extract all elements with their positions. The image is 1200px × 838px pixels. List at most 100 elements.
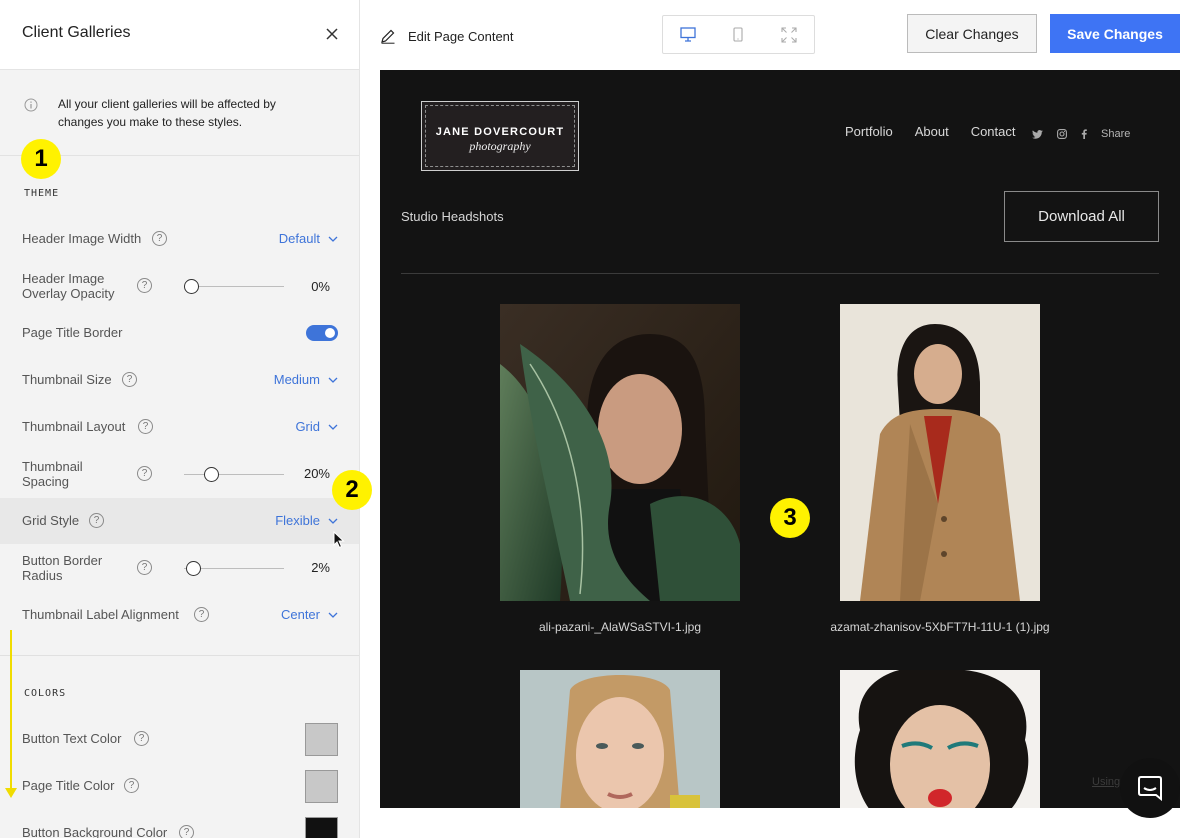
edit-page-content-link[interactable]: Edit Page Content bbox=[380, 28, 514, 44]
instagram-icon[interactable] bbox=[1057, 129, 1067, 139]
help-icon[interactable]: ? bbox=[134, 731, 149, 746]
nav-contact[interactable]: Contact bbox=[971, 124, 1016, 139]
header-image-width-row: Header Image Width ? Default bbox=[0, 226, 359, 252]
thumbnail-spacing-label: Thumbnail Spacing bbox=[22, 459, 83, 489]
share-link[interactable]: Share bbox=[1101, 128, 1130, 140]
page-title-color-row: Page Title Color ? bbox=[0, 769, 359, 803]
sidebar-title: Client Galleries bbox=[22, 24, 131, 41]
mobile-view-button[interactable] bbox=[713, 16, 763, 53]
download-all-button[interactable]: Download All bbox=[1004, 191, 1159, 242]
thumbnail-size-dropdown[interactable]: Medium bbox=[274, 372, 338, 387]
page-title-border-row: Page Title Border bbox=[0, 320, 359, 346]
photo-woman-in-coat bbox=[840, 304, 1040, 601]
facebook-icon[interactable] bbox=[1081, 129, 1087, 139]
gallery-title: Studio Headshots bbox=[401, 209, 504, 224]
fullscreen-view-button[interactable] bbox=[764, 16, 814, 53]
callout-marker-1: 1 bbox=[21, 139, 61, 179]
help-icon[interactable]: ? bbox=[179, 825, 194, 838]
thumbnail-label-alignment-value: Center bbox=[280, 607, 320, 622]
logo-subtitle: photography bbox=[469, 139, 531, 153]
styles-sidebar: Client Galleries All your client galleri… bbox=[0, 0, 360, 838]
help-icon[interactable]: ? bbox=[137, 278, 152, 293]
button-text-color-label: Button Text Color bbox=[22, 731, 122, 746]
gallery-image-1[interactable] bbox=[500, 304, 740, 601]
edit-page-content-label: Edit Page Content bbox=[408, 28, 514, 44]
gallery-image-3[interactable] bbox=[520, 670, 720, 808]
desktop-view-button[interactable] bbox=[663, 16, 713, 53]
thumbnail-spacing-slider-track[interactable] bbox=[184, 474, 284, 475]
button-text-color-swatch[interactable] bbox=[305, 723, 338, 756]
using-link[interactable]: Using bbox=[1092, 776, 1120, 788]
help-icon[interactable]: ? bbox=[152, 231, 167, 246]
header-overlay-value: 0% bbox=[311, 279, 330, 294]
button-background-color-swatch[interactable] bbox=[305, 817, 338, 838]
button-border-radius-slider-knob[interactable] bbox=[186, 561, 201, 576]
callout-marker-2: 2 bbox=[332, 470, 372, 510]
thumbnail-size-label: Thumbnail Size bbox=[22, 372, 112, 387]
gallery-image-2[interactable] bbox=[840, 304, 1040, 601]
thumbnail-spacing-value: 20% bbox=[303, 466, 330, 481]
grid-style-label: Grid Style bbox=[22, 513, 80, 528]
thumbnail-label-alignment-dropdown[interactable]: Center bbox=[281, 607, 338, 622]
header-overlay-label: Header Image Overlay Opacity bbox=[22, 271, 115, 301]
page-title-color-swatch[interactable] bbox=[305, 770, 338, 803]
section-divider bbox=[0, 655, 359, 656]
logo-frame: JANE DOVERCOURT photography bbox=[425, 105, 575, 167]
clear-changes-button[interactable]: Clear Changes bbox=[907, 14, 1037, 53]
help-icon[interactable]: ? bbox=[194, 607, 209, 622]
help-icon[interactable]: ? bbox=[137, 466, 152, 481]
header-overlay-slider-knob[interactable] bbox=[184, 279, 199, 294]
mouse-cursor-icon bbox=[333, 531, 345, 549]
nav-portfolio[interactable]: Portfolio bbox=[845, 124, 893, 139]
header-overlay-slider-track[interactable] bbox=[184, 286, 284, 287]
twitter-icon[interactable] bbox=[1032, 129, 1043, 139]
chevron-down-icon bbox=[328, 377, 338, 383]
chat-icon bbox=[1138, 776, 1162, 801]
site-logo[interactable]: JANE DOVERCOURT photography bbox=[421, 101, 579, 171]
close-icon[interactable] bbox=[324, 26, 340, 42]
button-background-color-label: Button Background Color bbox=[22, 825, 168, 838]
social-links: Share bbox=[1032, 128, 1130, 140]
grid-style-dropdown[interactable]: Flexible bbox=[275, 513, 338, 528]
help-icon[interactable]: ? bbox=[122, 372, 137, 387]
button-background-color-row: Button Background Color ? bbox=[0, 816, 359, 838]
photo-curly-hair-woman bbox=[840, 670, 1040, 808]
chevron-down-icon bbox=[328, 236, 338, 242]
header-image-width-dropdown[interactable]: Default bbox=[279, 231, 338, 246]
thumbnail-spacing-slider-knob[interactable] bbox=[204, 467, 219, 482]
thumbnail-layout-label: Thumbnail Layout bbox=[22, 419, 126, 434]
grid-style-value: Flexible bbox=[275, 513, 320, 528]
photo-blond-woman bbox=[520, 670, 720, 808]
button-border-radius-label: Button Border Radius bbox=[22, 553, 103, 583]
colors-section-label: COLORS bbox=[24, 688, 67, 699]
callout-marker-3: 3 bbox=[770, 498, 810, 538]
help-icon[interactable]: ? bbox=[138, 419, 153, 434]
header-image-width-label: Header Image Width bbox=[22, 231, 142, 246]
thumbnail-layout-dropdown[interactable]: Grid bbox=[295, 419, 338, 434]
help-icon[interactable]: ? bbox=[124, 778, 139, 793]
header-overlay-row: Header Image Overlay Opacity ? 0% bbox=[0, 270, 359, 304]
help-icon[interactable]: ? bbox=[89, 513, 104, 528]
thumbnail-layout-value: Grid bbox=[295, 419, 320, 434]
help-icon[interactable]: ? bbox=[137, 560, 152, 575]
thumbnail-size-row: Thumbnail Size ? Medium bbox=[0, 367, 359, 393]
thumbnail-layout-row: Thumbnail Layout ? Grid bbox=[0, 414, 359, 440]
sidebar-header: Client Galleries bbox=[0, 0, 359, 70]
gallery-preview: JANE DOVERCOURT photography Portfolio Ab… bbox=[380, 70, 1180, 808]
nav-about[interactable]: About bbox=[915, 124, 949, 139]
save-changes-button[interactable]: Save Changes bbox=[1050, 14, 1180, 53]
chat-launcher-button[interactable] bbox=[1120, 758, 1180, 818]
desktop-icon bbox=[680, 27, 696, 42]
header-divider bbox=[401, 273, 1159, 274]
device-preview-switcher bbox=[662, 15, 815, 54]
fullscreen-icon bbox=[781, 26, 797, 43]
thumbnail-label-alignment-label: Thumbnail Label Alignment bbox=[22, 607, 179, 622]
button-border-radius-value: 2% bbox=[311, 560, 330, 575]
page-title-border-label: Page Title Border bbox=[22, 325, 123, 340]
gallery-image-4[interactable] bbox=[840, 670, 1040, 808]
scroll-arrow-down-icon bbox=[5, 788, 17, 798]
pencil-icon bbox=[381, 29, 395, 44]
page-title-border-toggle[interactable] bbox=[306, 325, 338, 341]
mobile-icon bbox=[733, 27, 744, 42]
chevron-down-icon bbox=[328, 518, 338, 524]
